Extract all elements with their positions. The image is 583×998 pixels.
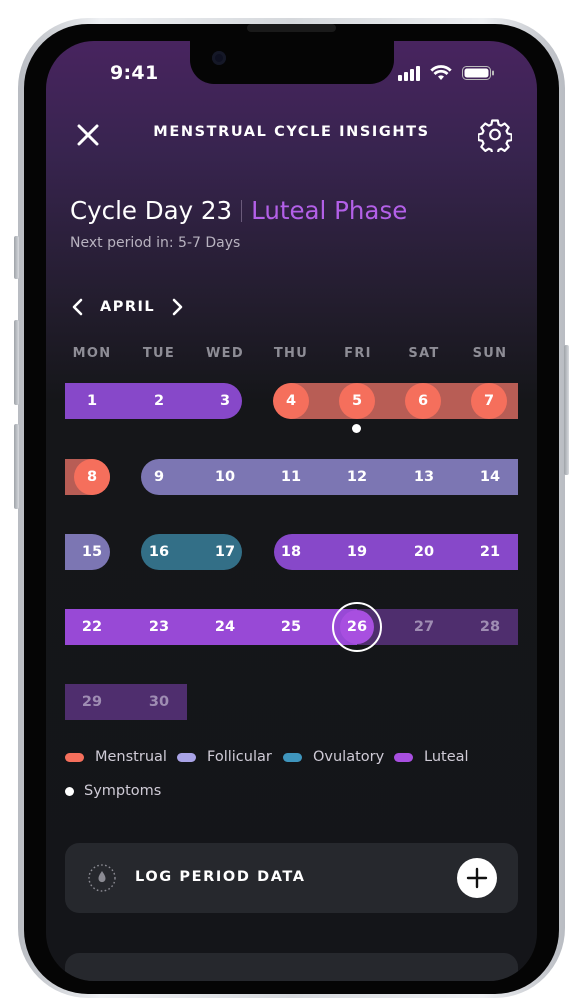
weekday-header: FRI — [344, 346, 372, 361]
legend-ovulatory: Ovulatory — [283, 749, 384, 765]
phone-power-button — [564, 345, 569, 475]
calendar-day[interactable]: 2 — [131, 383, 187, 419]
phone-volume-down — [14, 424, 19, 509]
status-time: 9:41 — [110, 62, 159, 84]
phone-speaker — [247, 24, 336, 32]
legend-luteal: Luteal — [394, 749, 469, 765]
calendar-day[interactable]: 21 — [462, 534, 518, 570]
phone-volume-up — [14, 320, 19, 405]
calendar-day[interactable]: 28 — [462, 609, 518, 645]
calendar-day[interactable]: 12 — [329, 459, 385, 495]
calendar-day[interactable]: 20 — [396, 534, 452, 570]
legend-swatch — [394, 752, 413, 762]
legend-label: Symptoms — [84, 783, 162, 799]
legend-swatch — [65, 752, 84, 762]
weekday-header: TUE — [142, 346, 176, 361]
calendar-day[interactable]: 22 — [64, 609, 120, 645]
gear-icon[interactable] — [478, 118, 512, 152]
calendar-day[interactable]: 27 — [396, 609, 452, 645]
calendar-day[interactable]: 14 — [462, 459, 518, 495]
cycle-day: Cycle Day 23 — [70, 196, 233, 225]
legend-label: Luteal — [424, 749, 469, 765]
calendar-day[interactable]: 25 — [263, 609, 319, 645]
month-selector: APRIL — [70, 298, 185, 316]
weekday-header: WED — [206, 346, 244, 361]
header-divider — [241, 200, 243, 222]
app-screen: 9:41 MENSTRUAL CYCLE INSIGHTS Cycle Day … — [46, 41, 537, 981]
weekday-header: SAT — [408, 346, 440, 361]
month-label: APRIL — [100, 299, 156, 315]
calendar-day[interactable]: 30 — [131, 684, 187, 720]
calendar-day[interactable]: 24 — [197, 609, 253, 645]
calendar-day[interactable]: 13 — [396, 459, 452, 495]
signal-icon — [398, 66, 420, 81]
next-period-text: Next period in: 5-7 Days — [70, 235, 241, 251]
add-period-button[interactable] — [457, 858, 497, 898]
calendar-day[interactable]: 29 — [64, 684, 120, 720]
calendar-day[interactable]: 19 — [329, 534, 385, 570]
legend-label: Ovulatory — [313, 749, 385, 765]
calendar-day[interactable]: 5 — [339, 383, 375, 419]
chevron-left-icon[interactable] — [70, 298, 86, 316]
log-period-label: LOG PERIOD DATA — [135, 869, 306, 885]
legend-swatch — [65, 786, 74, 796]
phone-mute-switch — [14, 236, 19, 279]
calendar-day[interactable]: 15 — [64, 534, 120, 570]
calendar-day[interactable]: 10 — [197, 459, 253, 495]
calendar-day[interactable]: 6 — [405, 383, 441, 419]
calendar-day[interactable]: 4 — [273, 383, 309, 419]
calendar-day[interactable]: 18 — [263, 534, 319, 570]
calendar-day[interactable]: 3 — [197, 383, 253, 419]
legend-label: Follicular — [207, 749, 272, 765]
calendar-day[interactable]: 7 — [471, 383, 507, 419]
page-title: MENSTRUAL CYCLE INSIGHTS — [153, 124, 430, 140]
calendar-day[interactable]: 9 — [131, 459, 187, 495]
cycle-header: Cycle Day 23 Luteal Phase — [70, 196, 407, 225]
legend-follicular: Follicular — [177, 749, 272, 765]
legend-menstrual: Menstrual — [65, 749, 167, 765]
calendar-day[interactable]: 23 — [131, 609, 187, 645]
next-card — [65, 953, 518, 981]
wifi-icon — [430, 65, 452, 80]
battery-icon — [462, 66, 494, 80]
log-period-card[interactable]: LOG PERIOD DATA — [65, 843, 518, 913]
legend-symptoms: Symptoms — [65, 783, 161, 799]
calendar-day[interactable]: 17 — [197, 534, 253, 570]
front-camera — [212, 51, 226, 65]
cycle-phase: Luteal Phase — [251, 196, 408, 225]
droplet-icon — [88, 864, 116, 892]
calendar-day[interactable]: 1 — [64, 383, 120, 419]
calendar-day[interactable]: 16 — [131, 534, 187, 570]
symptom-marker — [352, 424, 361, 433]
weekday-header: THU — [273, 346, 309, 361]
weekday-header: MON — [72, 346, 112, 361]
weekday-header: SUN — [472, 346, 508, 361]
calendar-day[interactable]: 11 — [263, 459, 319, 495]
chevron-right-icon[interactable] — [169, 298, 185, 316]
plus-icon — [466, 867, 488, 889]
legend-swatch — [283, 752, 302, 762]
legend-swatch — [177, 752, 196, 762]
calendar-day-selected[interactable]: 26 — [340, 610, 374, 644]
calendar-day[interactable]: 8 — [74, 459, 110, 495]
legend-label: Menstrual — [95, 749, 167, 765]
